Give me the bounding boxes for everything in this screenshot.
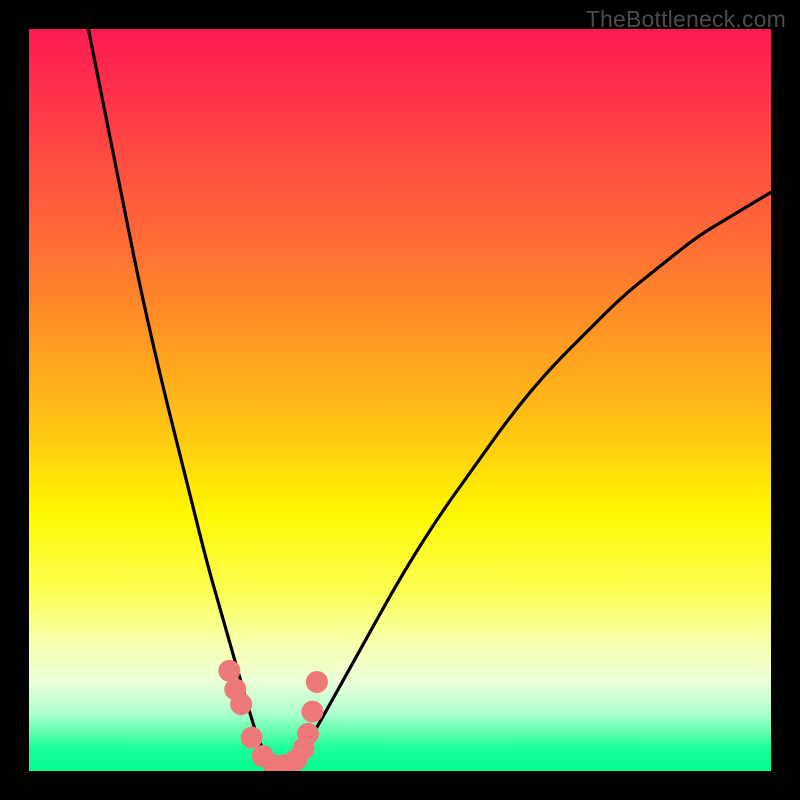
highlight-marker — [301, 701, 323, 723]
watermark-text: TheBottleneck.com — [586, 6, 786, 33]
highlight-marker-group — [218, 660, 328, 771]
bottleneck-curve-line — [88, 29, 771, 767]
chart-plot-area — [29, 29, 771, 771]
chart-svg — [29, 29, 771, 771]
highlight-marker — [306, 671, 328, 693]
highlight-marker — [241, 727, 263, 749]
highlight-marker — [230, 693, 252, 715]
highlight-marker — [297, 723, 319, 745]
